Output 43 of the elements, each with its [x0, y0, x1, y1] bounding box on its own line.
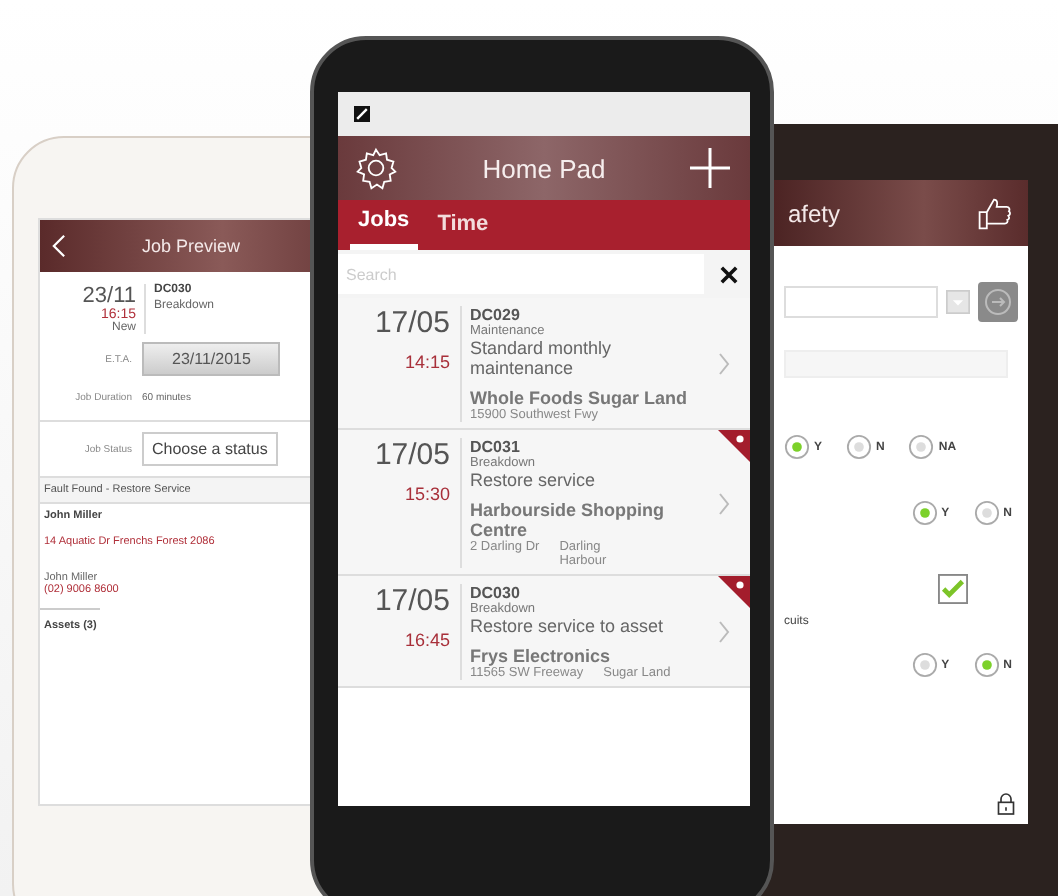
dropdown-caret-icon[interactable] [946, 290, 970, 314]
job-code: DC030 [470, 584, 522, 602]
checkbox[interactable] [938, 574, 968, 604]
screen-title: afety [788, 199, 841, 227]
chevron-icon [718, 491, 730, 515]
radio-button[interactable] [911, 500, 938, 526]
radio-button[interactable] [973, 500, 1000, 526]
settings-icon[interactable] [354, 146, 398, 190]
screen-title: Job Preview [142, 236, 241, 256]
site-name: Harbourside Shopping Centre [470, 500, 667, 540]
job-description: Standard monthly maintenance [470, 338, 614, 378]
radio-button[interactable] [908, 434, 935, 460]
job-code: DC029 [470, 306, 522, 324]
radio-button[interactable] [911, 652, 938, 678]
back-icon[interactable] [52, 234, 66, 258]
job-description: Restore service [470, 470, 598, 490]
radio-button[interactable] [973, 652, 1000, 678]
job-code: DC031 [470, 438, 522, 456]
status-select[interactable]: Choose a status [142, 432, 278, 466]
job-date: 23/11 [82, 284, 136, 308]
radio-button[interactable] [846, 434, 873, 460]
thumbs-up-icon[interactable] [976, 195, 1012, 231]
close-icon[interactable] [720, 265, 738, 283]
site-name: Whole Foods Sugar Land [470, 388, 689, 408]
job-date: 17/05 [374, 584, 450, 618]
dropdown-field[interactable] [784, 286, 938, 318]
job-time: 15:30 [404, 484, 450, 504]
tab[interactable]: Time [429, 204, 497, 250]
notification-icon [354, 106, 370, 122]
job-date: 17/05 [374, 306, 450, 340]
add-icon[interactable] [689, 148, 730, 188]
arrow-button-icon[interactable] [978, 282, 1018, 322]
screen-title: Home Pad [482, 153, 606, 183]
job-description: Restore service to asset [470, 616, 666, 636]
lock-icon[interactable] [996, 792, 1016, 816]
job-date: 17/05 [374, 438, 450, 472]
job-time: 14:15 [404, 352, 450, 372]
job-time: 16:45 [404, 630, 450, 650]
date-button[interactable]: 23/11/2015 [142, 342, 281, 376]
site-name: Frys Electronics [470, 646, 613, 666]
chevron-icon [718, 620, 730, 644]
chevron-icon [718, 352, 730, 376]
radio-button[interactable] [784, 434, 810, 460]
